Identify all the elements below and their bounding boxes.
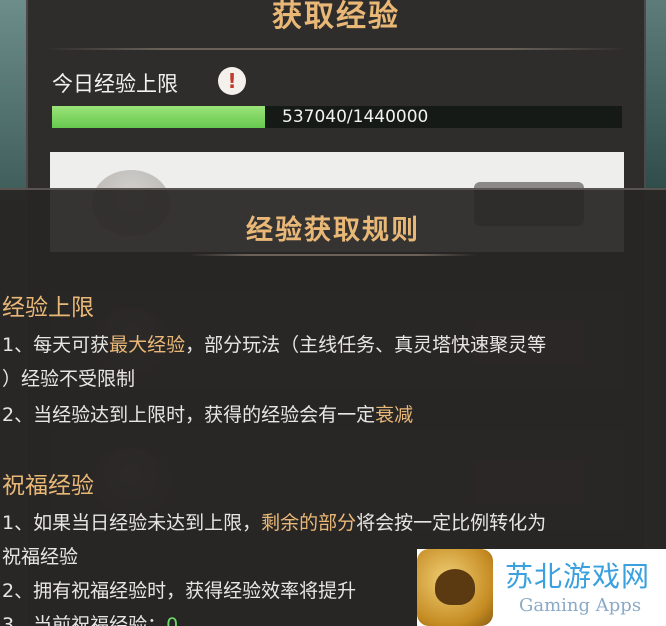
rule-text: 1、如果当日经验未达到上限， xyxy=(2,512,262,534)
site-watermark: 苏北游戏网 Gaming Apps xyxy=(417,549,666,626)
rule-highlight: 最大经验 xyxy=(109,334,186,356)
game-screen: 获取经验 今日经验上限 ! 537040/1440000 经验获取规则 经验上限… xyxy=(0,0,666,626)
section-heading-exp-limit: 经验上限 xyxy=(2,295,94,321)
bird-logo-icon xyxy=(435,569,475,605)
daily-exp-limit-label: 今日经验上限 xyxy=(52,72,178,96)
section-heading-blessing-exp: 祝福经验 xyxy=(2,473,94,499)
site-subtitle: Gaming Apps xyxy=(519,595,642,616)
rule-highlight: 衰减 xyxy=(375,404,414,426)
rule-text: 2、拥有祝福经验时，获得经验效率将提升 xyxy=(2,580,357,602)
rule-line: 2、当经验达到上限时，获得的经验会有一定衰减 xyxy=(2,400,662,427)
rule-text: 将会按一定比例转化为 xyxy=(356,512,547,534)
rule-text: 2、当经验达到上限时，获得的经验会有一定 xyxy=(2,404,376,426)
panel-title: 获取经验 xyxy=(272,0,400,34)
exp-progress-bar: 537040/1440000 xyxy=(52,106,622,128)
rules-title: 经验获取规则 xyxy=(246,215,420,246)
info-exclamation-icon[interactable]: ! xyxy=(218,67,246,95)
rule-text: ，部分玩法（主线任务、真灵塔快速聚灵等 xyxy=(185,334,547,356)
rule-text: 祝福经验 xyxy=(2,546,79,568)
site-logo xyxy=(417,549,493,626)
exp-progress-fill xyxy=(52,106,265,128)
exp-progress-text: 537040/1440000 xyxy=(282,107,429,127)
rule-line: ）经验不受限制 xyxy=(2,364,662,391)
rule-text: 1、每天可获 xyxy=(2,334,110,356)
rule-highlight: 剩余的部分 xyxy=(261,512,357,534)
rule-line: 1、每天可获最大经验，部分玩法（主线任务、真灵塔快速聚灵等 xyxy=(2,330,662,357)
rules-divider xyxy=(190,254,476,256)
rule-text: ）经验不受限制 xyxy=(2,368,136,390)
rule-text: 3、当前祝福经验： xyxy=(2,614,167,626)
title-divider xyxy=(46,48,626,50)
site-name: 苏北游戏网 xyxy=(505,560,651,593)
blessing-exp-value: 0 xyxy=(166,614,179,626)
rule-line: 1、如果当日经验未达到上限，剩余的部分将会按一定比例转化为 xyxy=(2,508,662,535)
